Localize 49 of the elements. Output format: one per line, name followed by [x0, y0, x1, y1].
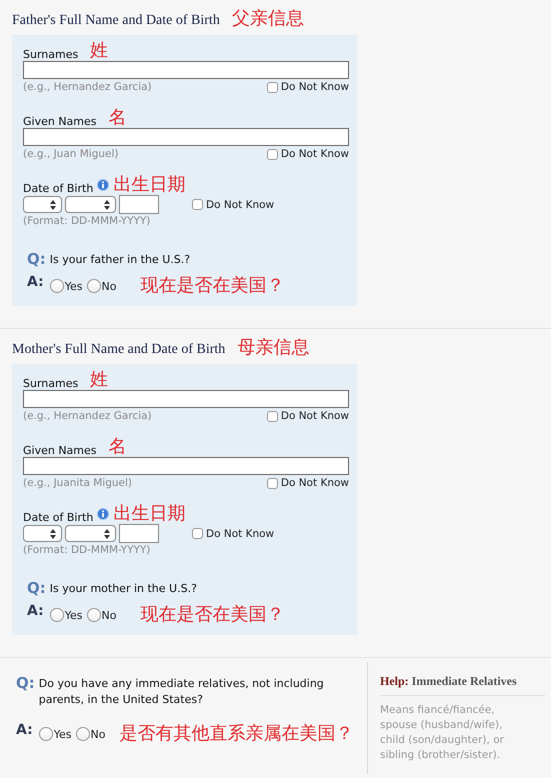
annotation: 姓 [90, 41, 108, 61]
annotation: 母亲信息 [237, 338, 310, 358]
hint-text: (e.g., Juan Miguel) [23, 148, 119, 160]
hint-text: (e.g., Hernandez Garcia) [23, 81, 152, 93]
section-heading: Father's Full Name and Date of Birth [12, 13, 220, 29]
field-label: Surnames [23, 377, 78, 390]
answer-mark-label: A: [27, 603, 45, 619]
checkbox[interactable]: Do Not Know [266, 148, 349, 160]
checkbox[interactable]: Do Not Know [266, 81, 349, 93]
help-title: Immediate Relatives [412, 674, 517, 688]
radio-option[interactable]: Yes [50, 279, 83, 293]
hint-text: (Format: DD-MMM-YYYY) [23, 543, 152, 556]
field-label: Given Names [23, 115, 97, 128]
annotation: 出生日期 [113, 504, 186, 524]
question-text: Is your father in the U.S.? [50, 252, 192, 268]
annotation: 现在是否在美国？ [140, 605, 284, 625]
checkbox[interactable]: Do Not Know [266, 410, 349, 422]
radio-option[interactable]: No [76, 727, 106, 741]
question-mark-label: Q: [16, 674, 35, 692]
radio-option[interactable]: No [86, 279, 116, 293]
field-label: Given Names [23, 444, 97, 457]
help-text: Means fiancé/fiancée, spouse (husband/wife), child (son/daughter), or sibling (brother/sister). [380, 703, 505, 763]
checkbox[interactable]: Do Not Know [192, 528, 274, 540]
annotation: 姓 [90, 370, 108, 390]
radio-option[interactable]: No [86, 608, 116, 622]
checkbox[interactable]: Do Not Know [266, 477, 349, 489]
hint-text: (Format: DD-MMM-YYYY) [23, 214, 152, 227]
annotation: 现在是否在美国？ [140, 276, 284, 296]
field-label: Date of Birth [23, 511, 94, 524]
section-heading: Mother's Full Name and Date of Birth [12, 342, 226, 358]
answer-mark-label: A: [27, 274, 45, 290]
question-text: Is your mother in the U.S.? [50, 581, 198, 597]
annotation: 出生日期 [113, 175, 186, 195]
help-label: Help: [380, 674, 409, 688]
question-text: Do you have any immediate relatives, not including parents, in the United States? [38, 676, 325, 708]
question-mark-label: Q: [27, 250, 46, 268]
answer-mark-label: A: [16, 722, 34, 738]
annotation: 父亲信息 [232, 9, 304, 29]
annotation: 是否有其他直系亲属在美国？ [119, 724, 354, 744]
checkbox[interactable]: Do Not Know [192, 198, 274, 210]
hint-text: (e.g., Hernandez Garcia) [23, 410, 152, 422]
hint-text: (e.g., Juanita Miguel) [23, 477, 132, 489]
annotation: 名 [108, 437, 127, 457]
field-label: Surnames [23, 48, 78, 61]
annotation: 名 [108, 108, 127, 128]
radio-option[interactable]: Yes [50, 608, 83, 622]
radio-option[interactable]: Yes [38, 727, 72, 741]
field-label: Date of Birth [23, 182, 94, 195]
question-mark-label: Q: [27, 579, 46, 597]
